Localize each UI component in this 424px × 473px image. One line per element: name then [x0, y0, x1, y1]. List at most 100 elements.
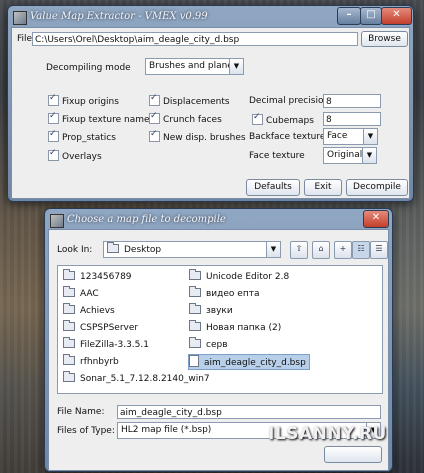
list-item[interactable]: AAC — [63, 286, 99, 301]
new-folder-icon[interactable]: + — [334, 241, 352, 259]
backface-texture-value: Face — [327, 131, 348, 141]
chevron-down-icon: ▼ — [266, 242, 280, 257]
file-name-label: File Name: — [57, 407, 105, 417]
file-name: Sonar_5.1_7.12.8.2140_win7 — [80, 374, 210, 384]
file-name: Achievs — [80, 306, 115, 316]
list-item[interactable]: CSPSPServer — [63, 320, 138, 335]
folder-icon — [63, 303, 75, 314]
folder-icon — [189, 320, 201, 331]
maximize-button[interactable]: □ — [360, 7, 382, 25]
list-item[interactable]: FileZilla-3.3.5.1 — [63, 337, 149, 352]
prop-statics-checkbox[interactable]: Prop_statics — [48, 129, 116, 143]
list-view-icon[interactable]: ☷ — [352, 241, 370, 259]
file-name: Unicode Editor 2.8 — [206, 272, 290, 282]
exit-button[interactable]: Exit — [304, 179, 342, 196]
decompiling-mode-label: Decompiling mode — [46, 63, 131, 73]
open-button[interactable] — [324, 446, 382, 463]
folder-icon — [189, 303, 201, 314]
main-title-bar[interactable]: Value Map Extractor - VMEX v0.99 – □ ✕ — [8, 6, 413, 29]
checkbox-checked-icon — [48, 148, 59, 161]
dialog-title: Choose a map file to decompile — [67, 214, 226, 225]
fixup-origins-checkbox[interactable]: Fixup origins — [48, 93, 119, 107]
file-name: AAC — [80, 289, 99, 299]
list-item[interactable]: Новая папка (2) — [189, 320, 282, 335]
crunch-faces-checkbox[interactable]: Crunch faces — [149, 111, 222, 125]
file-type-value: HL2 map file (*.bsp) — [121, 425, 212, 435]
checkbox-label: Fixup origins — [62, 97, 119, 107]
decimal-precision-field[interactable]: 8 — [323, 94, 381, 108]
list-item[interactable]: Achievs — [63, 303, 115, 318]
app-icon — [50, 214, 64, 228]
decompile-button[interactable]: Decompile — [346, 179, 408, 196]
watermark: ILSANNY.RU — [268, 424, 387, 444]
file-list[interactable]: 123456789 AAC Achievs CSPSPServer FileZi… — [57, 265, 383, 394]
list-item[interactable]: Unicode Editor 2.8 — [189, 269, 290, 284]
checkbox-label: Prop_statics — [62, 133, 116, 143]
file-name: звуки — [206, 306, 233, 316]
face-texture-label: Face texture — [249, 151, 305, 161]
folder-icon — [63, 371, 75, 382]
chevron-down-icon: ▼ — [229, 59, 243, 74]
checkbox-checked-icon — [252, 112, 263, 125]
checkbox-checked-icon — [149, 129, 160, 142]
backface-texture-label: Backface texture — [249, 132, 326, 142]
list-item[interactable]: rfhnbyrb — [63, 354, 119, 369]
file-name-field[interactable]: aim_deagle_city_d.bsp — [117, 405, 381, 419]
backface-texture-select[interactable]: Face ▼ — [323, 128, 378, 145]
folder-icon — [63, 320, 75, 331]
home-icon[interactable]: ⌂ — [312, 241, 330, 259]
look-in-text: Desktop — [124, 245, 162, 255]
defaults-button[interactable]: Defaults — [246, 179, 300, 196]
folder-icon — [63, 354, 75, 365]
fixup-texture-names-checkbox[interactable]: Fixup texture names — [48, 111, 155, 125]
file-name: aim_deagle_city_d.bsp — [204, 358, 306, 368]
folder-icon — [189, 269, 201, 280]
browse-button[interactable]: Browse — [361, 31, 408, 47]
decimal-precision-label: Decimal precision — [249, 96, 330, 106]
file-name: rfhnbyrb — [80, 357, 119, 367]
new-disp-brushes-checkbox[interactable]: New disp. brushes — [149, 129, 246, 143]
checkbox-label: Displacements — [163, 97, 230, 107]
checkbox-label: Overlays — [62, 152, 102, 162]
list-item[interactable]: звуки — [189, 303, 233, 318]
checkbox-label: Fixup texture names — [62, 115, 155, 125]
checkbox-checked-icon — [48, 129, 59, 142]
chevron-down-icon: ▼ — [362, 148, 376, 163]
file-name: Новая папка (2) — [206, 323, 282, 333]
folder-icon — [63, 269, 75, 280]
list-item[interactable]: Sonar_5.1_7.12.8.2140_win7 — [63, 371, 210, 386]
cubemaps-label: Cubemaps — [266, 116, 314, 126]
face-texture-select[interactable]: Original ▼ — [323, 147, 377, 164]
decompiling-mode-select[interactable]: Brushes and planes ▼ — [145, 58, 244, 75]
list-item[interactable]: серв — [189, 337, 228, 352]
main-window: Value Map Extractor - VMEX v0.99 – □ ✕ F… — [7, 5, 414, 202]
dialog-close-button[interactable]: ✕ — [363, 210, 389, 228]
checkbox-label: New disp. brushes — [163, 133, 246, 143]
cubemaps-field[interactable]: 8 — [323, 112, 381, 126]
cubemaps-checkbox[interactable]: Cubemaps — [252, 112, 314, 126]
folder-icon — [63, 337, 75, 348]
details-view-icon[interactable]: ☰ — [370, 241, 388, 259]
checkbox-checked-icon — [149, 93, 160, 106]
file-name: серв — [206, 340, 228, 350]
look-in-select[interactable]: Desktop ▼ — [103, 241, 281, 258]
list-item[interactable]: 123456789 — [63, 269, 132, 284]
decompiling-mode-value: Brushes and planes — [149, 61, 238, 71]
app-icon — [13, 11, 27, 25]
checkbox-checked-icon — [48, 111, 59, 124]
folder-icon — [189, 337, 201, 348]
checkbox-checked-icon — [48, 93, 59, 106]
look-in-value: Desktop — [107, 242, 162, 255]
file-name: 123456789 — [80, 272, 132, 282]
displacements-checkbox[interactable]: Displacements — [149, 93, 230, 107]
close-button[interactable]: ✕ — [381, 7, 412, 25]
main-window-title: Value Map Extractor - VMEX v0.99 — [30, 11, 208, 22]
overlays-checkbox[interactable]: Overlays — [48, 148, 102, 162]
main-client-area: File C:\Users\Orel\Desktop\aim_deagle_ci… — [11, 27, 410, 199]
file-path-field[interactable]: C:\Users\Orel\Desktop\aim_deagle_city_d.… — [32, 32, 358, 46]
list-item-selected[interactable]: aim_deagle_city_d.bsp — [188, 354, 310, 370]
up-one-level-icon[interactable]: ⇧ — [290, 241, 308, 259]
folder-icon — [63, 286, 75, 297]
list-item[interactable]: видео епта — [189, 286, 259, 301]
minimize-button[interactable]: – — [337, 7, 361, 25]
